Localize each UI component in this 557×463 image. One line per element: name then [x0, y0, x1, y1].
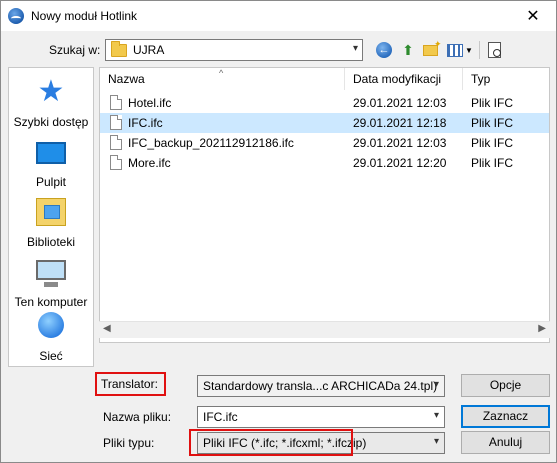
file-name: Hotel.ifc	[128, 96, 172, 110]
filename-value: IFC.ifc	[203, 410, 238, 424]
place-quick-access[interactable]: ★ Szybki dostęp	[9, 74, 93, 132]
file-icon	[110, 155, 122, 170]
file-date: 29.01.2021 12:18	[353, 116, 447, 130]
place-network[interactable]: Sieć	[9, 308, 93, 366]
place-this-pc[interactable]: Ten komputer	[9, 254, 93, 312]
cancel-button[interactable]: Anuluj	[461, 431, 550, 454]
places-bar: ★ Szybki dostęp Pulpit Biblioteki Ten ko…	[8, 67, 94, 367]
file-row-selected[interactable]: IFC.ifc 29.01.2021 12:18 Plik IFC	[100, 113, 549, 133]
hotlink-dialog: Nowy moduł Hotlink ✕ Szukaj w: UJRA ▾ ← …	[0, 0, 557, 463]
archicad-app-icon	[8, 8, 24, 24]
column-header-name[interactable]: Nazwa ^	[100, 68, 345, 90]
file-row[interactable]: More.ifc 29.01.2021 12:20 Plik IFC	[100, 153, 549, 173]
file-type: Plik IFC	[471, 116, 513, 130]
file-type: Plik IFC	[471, 96, 513, 110]
title-bar: Nowy moduł Hotlink ✕	[1, 1, 556, 31]
chevron-down-icon: ▾	[433, 410, 439, 421]
place-label: Sieć	[39, 349, 63, 363]
file-row[interactable]: IFC_backup_202112912186.ifc 29.01.2021 1…	[100, 133, 549, 153]
chevron-down-icon: ▾	[352, 43, 358, 54]
horizontal-scrollbar[interactable]: ◀ ▶	[99, 321, 550, 338]
translator-highlight-box	[95, 372, 166, 396]
chevron-down-icon: ▾	[433, 379, 439, 390]
file-icon	[110, 135, 122, 150]
sort-ascending-icon: ^	[219, 68, 224, 78]
toolbar-separator	[479, 41, 480, 59]
network-icon	[38, 312, 64, 338]
place-label: Szybki dostęp	[13, 115, 89, 129]
views-menu-icon[interactable]: ▼	[446, 41, 474, 59]
chevron-down-icon: ▾	[433, 436, 439, 447]
file-type: Plik IFC	[471, 136, 513, 150]
file-date: 29.01.2021 12:03	[353, 136, 447, 150]
file-icon	[110, 95, 122, 110]
window-title: Nowy moduł Hotlink	[31, 9, 138, 23]
library-icon	[36, 198, 66, 226]
column-header-label: Typ	[471, 72, 491, 86]
translator-value: Standardowy transla...c ARCHICADa 24.tpl…	[203, 379, 438, 393]
lookin-dropdown[interactable]: UJRA ▾	[105, 39, 363, 61]
scroll-left-icon[interactable]: ◀	[103, 323, 111, 334]
scroll-right-icon[interactable]: ▶	[538, 323, 546, 334]
file-date: 29.01.2021 12:20	[353, 156, 447, 170]
place-desktop[interactable]: Pulpit	[9, 134, 93, 192]
desktop-icon	[36, 142, 66, 164]
filetype-label: Pliki typu:	[103, 436, 155, 450]
file-type: Plik IFC	[471, 156, 513, 170]
new-folder-icon[interactable]	[421, 39, 441, 59]
file-name: IFC.ifc	[128, 116, 163, 130]
filename-label: Nazwa pliku:	[103, 410, 172, 424]
select-button[interactable]: Zaznacz	[461, 405, 550, 428]
file-date: 29.01.2021 12:03	[353, 96, 447, 110]
lookin-label: Szukaj w:	[49, 43, 101, 57]
column-header-type[interactable]: Typ	[463, 68, 549, 90]
place-label: Ten komputer	[14, 295, 88, 309]
translator-dropdown[interactable]: Standardowy transla...c ARCHICADa 24.tpl…	[197, 375, 445, 397]
options-button[interactable]: Opcje	[461, 374, 550, 397]
folder-icon	[111, 41, 127, 57]
place-libraries[interactable]: Biblioteki	[9, 194, 93, 252]
place-label: Pulpit	[35, 175, 67, 189]
place-label: Biblioteki	[26, 235, 76, 249]
up-folder-icon[interactable]: ⬆	[399, 41, 417, 59]
file-row[interactable]: Hotel.ifc 29.01.2021 12:03 Plik IFC	[100, 93, 549, 113]
column-header-date[interactable]: Data modyfikacji	[345, 68, 463, 90]
file-name: More.ifc	[128, 156, 171, 170]
filetype-highlight-box	[189, 429, 353, 456]
computer-icon	[36, 260, 66, 287]
column-header-label: Nazwa	[108, 72, 145, 86]
file-list[interactable]: Nazwa ^ Data modyfikacji Typ Hotel.ifc 2…	[99, 67, 550, 343]
close-button[interactable]: ✕	[510, 1, 556, 31]
star-icon: ★	[37, 75, 65, 108]
back-icon[interactable]: ←	[375, 41, 393, 59]
file-name: IFC_backup_202112912186.ifc	[128, 136, 294, 150]
column-header-label: Data modyfikacji	[353, 72, 442, 86]
preview-icon[interactable]	[485, 41, 503, 59]
file-icon	[110, 115, 122, 130]
filename-field[interactable]: IFC.ifc ▾	[197, 406, 445, 428]
lookin-value: UJRA	[133, 43, 165, 57]
